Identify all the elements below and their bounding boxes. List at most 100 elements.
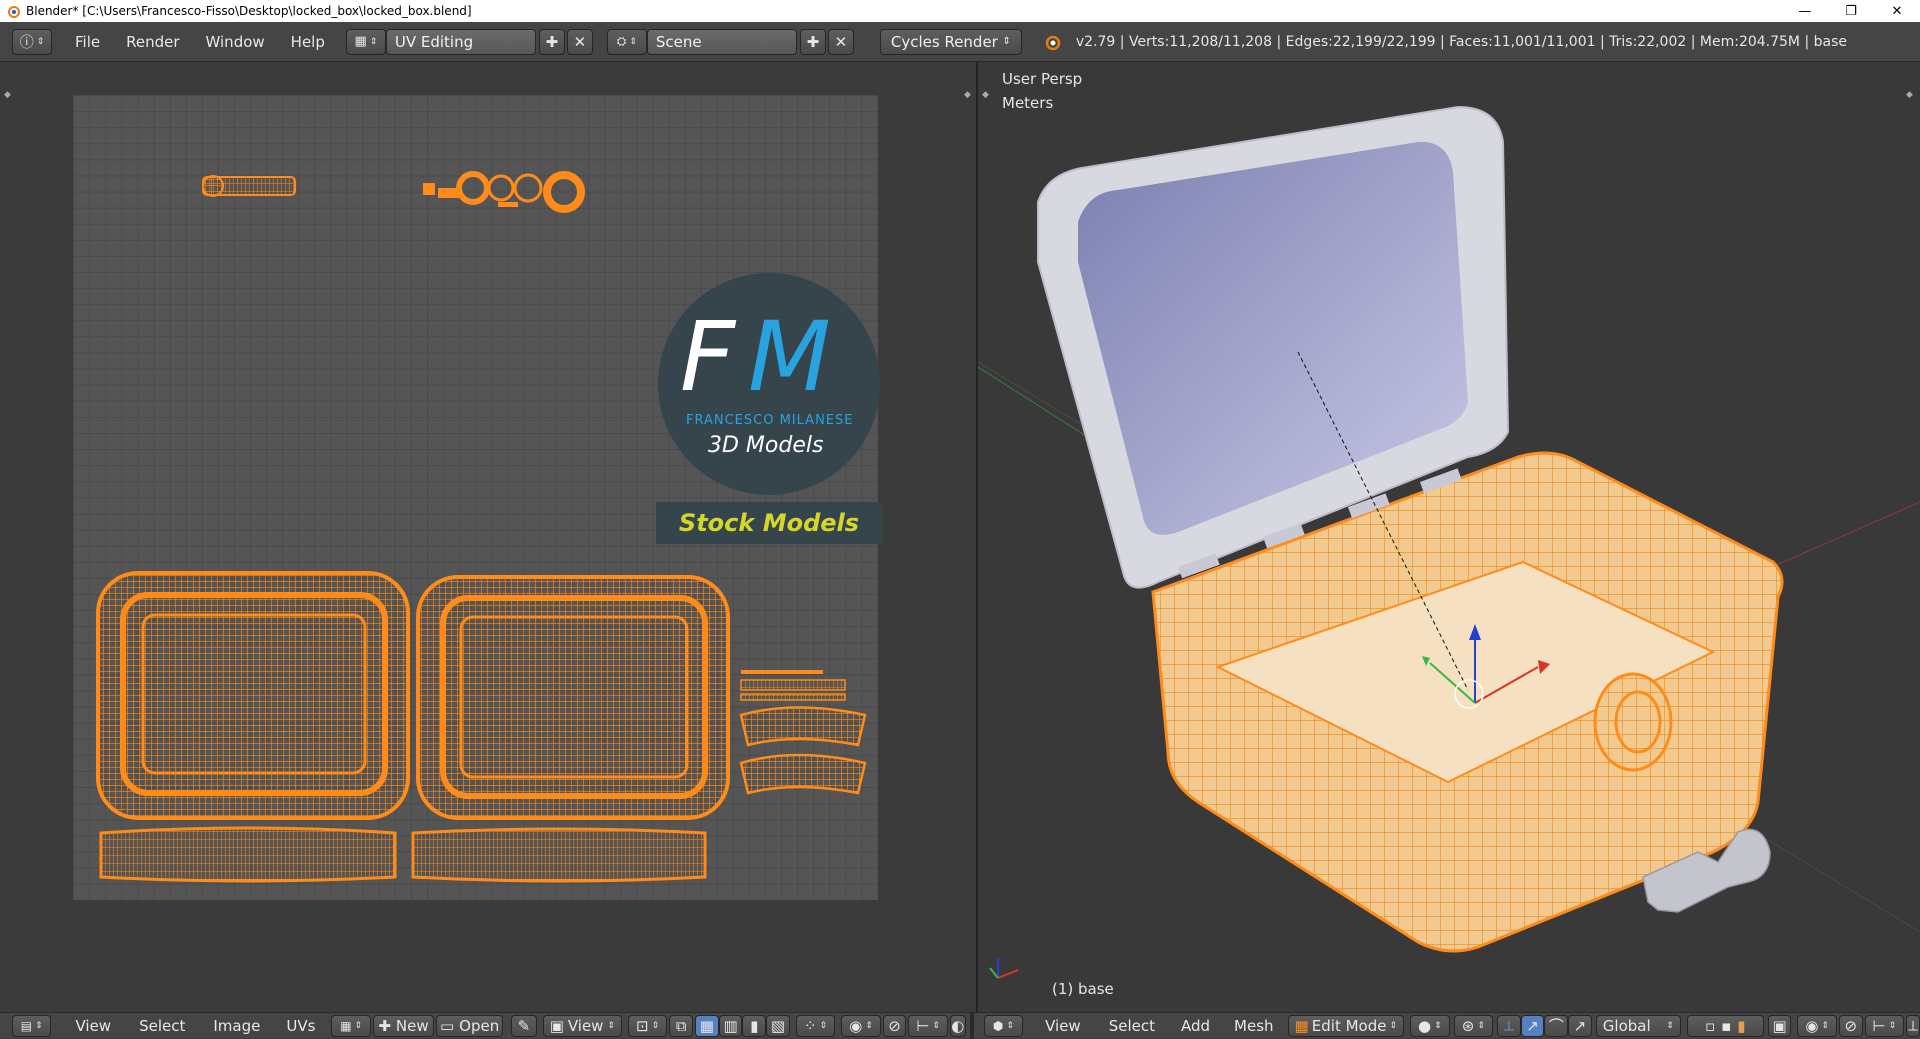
scene-stats: v2.79 | Verts:11,208/11,208 | Edges:22,1… bbox=[1075, 33, 1847, 50]
uv-islands bbox=[96, 171, 867, 883]
layout-grid-icon: ▦ bbox=[354, 34, 367, 49]
snap-target-icon: ⟂ bbox=[1907, 1016, 1918, 1035]
uv-menu-view[interactable]: View bbox=[65, 1014, 121, 1038]
face-mode-icon: ▮ bbox=[1737, 1016, 1746, 1035]
scene-field[interactable]: Scene bbox=[646, 28, 797, 55]
3d-menu-view[interactable]: View bbox=[1035, 1014, 1091, 1038]
3d-menu-mesh[interactable]: Mesh bbox=[1224, 1014, 1284, 1038]
snap-toggle[interactable]: ⊘ bbox=[882, 1014, 907, 1037]
chevron-updown-icon: ⇕ bbox=[819, 1020, 828, 1031]
view-mode-icon: ▣ bbox=[549, 1016, 564, 1035]
pivot-point-dropdown[interactable]: ⊛ ⇕ bbox=[1453, 1014, 1494, 1037]
area-corner-icon[interactable]: ◆ bbox=[964, 90, 974, 100]
header-divider bbox=[969, 1012, 974, 1039]
translate-toggle[interactable]: ↗ bbox=[1520, 1014, 1545, 1037]
uv-menu-uvs[interactable]: UVs bbox=[276, 1014, 325, 1038]
screen-layout-name: UV Editing bbox=[394, 32, 474, 51]
uv-view-mode-dropdown[interactable]: ▣ View ⇕ bbox=[542, 1014, 622, 1037]
close-button[interactable]: ✕ bbox=[1874, 0, 1920, 22]
restore-button[interactable]: ❐ bbox=[1828, 0, 1874, 22]
mode-dropdown[interactable]: ▦ Edit Mode ⇕ bbox=[1287, 1014, 1405, 1037]
scale-icon: ↗ bbox=[1573, 1016, 1587, 1035]
add-screen-button[interactable]: ✚ bbox=[538, 28, 565, 55]
sticky-select-dropdown[interactable]: ⁘ ⇕ bbox=[795, 1014, 836, 1037]
vertex-icon: ▦ bbox=[699, 1016, 714, 1035]
folder-icon: ▭ bbox=[439, 1016, 455, 1035]
face-icon: ▮ bbox=[750, 1016, 759, 1035]
3d-editor-type-button[interactable]: ⬢ ⇕ bbox=[983, 1014, 1024, 1037]
chevron-updown-icon: ⇕ bbox=[1006, 1020, 1014, 1031]
snap-3d-element-dropdown[interactable]: ⊢ ⇕ bbox=[1864, 1014, 1905, 1037]
face-select-button[interactable]: ▮ bbox=[742, 1014, 767, 1037]
add-scene-button[interactable]: ✚ bbox=[799, 28, 826, 55]
pivot-button[interactable]: ⊡ ⇕ bbox=[627, 1014, 668, 1037]
image-browse-button[interactable]: ▦ ⇕ bbox=[331, 1014, 371, 1037]
3d-viewport[interactable]: ◆ ◆ bbox=[978, 62, 1920, 1012]
uv-menu-image[interactable]: Image bbox=[203, 1014, 270, 1038]
screen-layout-field[interactable]: UV Editing bbox=[385, 28, 536, 55]
uv-menu-select[interactable]: Select bbox=[129, 1014, 195, 1038]
snap-element-dropdown[interactable]: ⊢ ⇕ bbox=[908, 1014, 948, 1037]
snap-element-icon: ⊢ bbox=[1872, 1016, 1886, 1035]
area-corner-icon[interactable]: ◆ bbox=[1906, 90, 1916, 100]
area-corner-icon[interactable]: ◆ bbox=[982, 90, 992, 100]
island-select-button[interactable]: ▧ bbox=[766, 1014, 790, 1037]
fm-logo: F M FRANCESCO MILANESE 3D Models bbox=[658, 273, 880, 495]
logo-name: FRANCESCO MILANESE bbox=[686, 413, 854, 428]
uv-editor-type-button[interactable]: ▤ ⇕ bbox=[12, 1014, 52, 1037]
edge-mode-icon: ▪ bbox=[1721, 1016, 1732, 1035]
menu-render[interactable]: Render bbox=[113, 28, 192, 56]
orientation-dropdown[interactable]: Global ⇕ bbox=[1595, 1014, 1681, 1037]
menu-file[interactable]: File bbox=[62, 28, 113, 56]
logo-badge: Stock Models bbox=[656, 502, 882, 544]
blender-logo-icon bbox=[8, 6, 20, 18]
manipulator-toggle[interactable]: ⟂ bbox=[1497, 1014, 1521, 1037]
mode-label: Edit Mode bbox=[1311, 1016, 1387, 1035]
uv-grid[interactable]: F M FRANCESCO MILANESE 3D Models Stock M… bbox=[73, 95, 882, 900]
delete-screen-button[interactable]: ✕ bbox=[566, 28, 593, 55]
shading-dropdown[interactable]: ● ⇕ bbox=[1410, 1014, 1450, 1037]
screen-layout-selector[interactable]: ▦ ⇕ bbox=[345, 28, 386, 55]
uv-image-editor[interactable]: ◆ ◆ F M FRANCESCO MILANESE 3D Models Sto… bbox=[0, 62, 976, 1012]
edit-mode-icon: ▦ bbox=[1294, 1016, 1309, 1035]
edge-select-button[interactable]: ▥ bbox=[718, 1014, 743, 1037]
open-image-button[interactable]: ▭ Open bbox=[436, 1014, 504, 1037]
delete-scene-button[interactable]: ✕ bbox=[827, 28, 854, 55]
vertex-select-button[interactable]: ▦ bbox=[695, 1014, 719, 1037]
info-icon: ⓘ bbox=[19, 34, 34, 51]
render-engine-dropdown[interactable]: Cycles Render ⇕ bbox=[879, 28, 1022, 55]
chevron-updown-icon: ⇕ bbox=[607, 1020, 615, 1031]
minimize-button[interactable]: — bbox=[1782, 0, 1828, 22]
proportional-3d-dropdown[interactable]: ◉ ⇕ bbox=[1797, 1014, 1837, 1037]
layer-buttons[interactable]: ▫ ▪ ▮ bbox=[1686, 1014, 1764, 1037]
render-slot-button[interactable]: ◐ bbox=[949, 1014, 966, 1037]
snap-3d-toggle[interactable]: ⊘ bbox=[1838, 1014, 1863, 1037]
3d-menu-add[interactable]: Add bbox=[1171, 1014, 1220, 1038]
viewport-object-label: (1) base bbox=[1052, 980, 1114, 998]
menu-window[interactable]: Window bbox=[193, 28, 278, 56]
rotate-toggle[interactable]: ⌒ bbox=[1544, 1014, 1569, 1037]
chevron-updown-icon: ⇕ bbox=[35, 1020, 43, 1031]
sync-selection-button[interactable]: ⧉ bbox=[669, 1014, 694, 1037]
pin-button[interactable]: ✎ bbox=[511, 1014, 537, 1037]
chevron-updown-icon: ⇕ bbox=[865, 1020, 873, 1031]
menu-help[interactable]: Help bbox=[278, 28, 338, 56]
scene-selector[interactable]: ⛭ ⇕ bbox=[606, 28, 647, 55]
chevron-updown-icon: ⇕ bbox=[36, 36, 45, 47]
scale-toggle[interactable]: ↗ bbox=[1568, 1014, 1592, 1037]
proportional-edit-dropdown[interactable]: ◉ ⇕ bbox=[841, 1014, 881, 1037]
open-label: Open bbox=[459, 1016, 500, 1035]
snap-element-icon: ⊢ bbox=[916, 1016, 930, 1035]
x-icon: ✕ bbox=[834, 32, 848, 51]
snap-target-button[interactable]: ⟂ bbox=[1906, 1014, 1920, 1037]
limit-selection-toggle[interactable]: ▣ bbox=[1767, 1014, 1792, 1037]
chevron-updown-icon: ⇕ bbox=[1389, 1020, 1398, 1031]
area-corner-icon[interactable]: ◆ bbox=[4, 90, 14, 100]
new-image-button[interactable]: ✚ New bbox=[372, 1014, 435, 1037]
logo-tagline: 3D Models bbox=[708, 433, 824, 458]
chevron-updown-icon: ⇕ bbox=[1002, 36, 1011, 47]
uv-island-circle bbox=[202, 175, 224, 197]
3d-menu-select[interactable]: Select bbox=[1099, 1014, 1165, 1038]
sync-icon: ⧉ bbox=[675, 1016, 687, 1035]
editor-type-button[interactable]: ⓘ ⇕ bbox=[12, 28, 52, 55]
